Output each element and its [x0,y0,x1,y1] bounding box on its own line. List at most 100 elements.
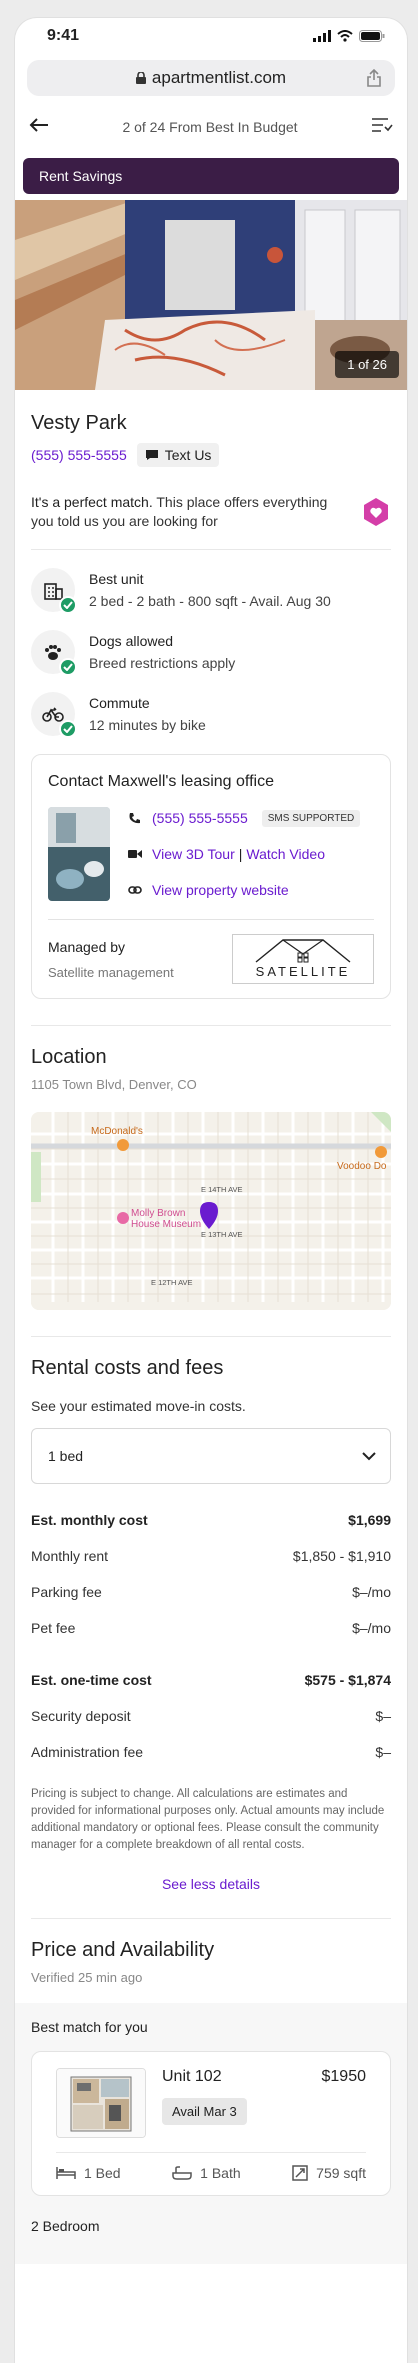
map-label-voodoo: Voodoo Do [337,1161,387,1172]
rental-intro: See your estimated move-in costs. [31,1398,246,1414]
divider [31,1918,391,1919]
perfect-match-text: It's a perfect match. This place offers … [31,493,331,531]
rent-savings-banner[interactable]: Rent Savings [23,158,399,194]
cost-row: Security deposit $– [31,1698,391,1734]
text-us-button[interactable]: Text Us [136,443,220,467]
perfect-match-box: It's a perfect match. This place offers … [31,493,391,550]
unit-card[interactable]: Unit 102 Avail Mar 3 $1950 1 Bed 1 Bath [31,2051,391,2196]
status-icons [313,30,385,42]
two-bedroom-heading: 2 Bedroom [31,2218,100,2234]
satellite-logo: SATELLITE [232,934,374,984]
floorplan-image[interactable] [56,2068,146,2138]
unit-sqft-label: 759 sqft [316,2165,366,2181]
divider [31,1336,391,1337]
phone-link[interactable]: (555) 555-5555 [31,447,127,463]
paw-icon [45,645,61,660]
check-icon [59,658,77,676]
map-label-museum-1: Molly Brown [131,1208,185,1219]
cost-row: Est. monthly cost $1,699 [31,1502,391,1538]
feature-title: Dogs allowed [89,633,174,649]
cost-value: $– [375,1708,391,1724]
lock-icon [135,72,146,84]
feature-best-unit: Best unit 2 bed - 2 bath - 800 sqft - Av… [31,568,391,614]
text-us-label: Text Us [164,447,212,463]
feature-subtitle: 12 minutes by bike [89,717,206,733]
map-label-ave14: E 14TH AVE [201,1185,243,1194]
onetime-costs: Est. one-time cost $575 - $1,874 Security… [31,1662,391,1770]
see-less-details-link[interactable]: See less details [31,1876,391,1892]
feature-title: Best unit [89,571,144,587]
view-3d-tour-link[interactable]: View 3D Tour [152,846,235,862]
cost-value: $–/mo [352,1620,391,1636]
phone-icon [128,812,152,825]
url-text: apartmentlist.com [151,68,287,87]
manager-name: Satellite management [48,964,174,980]
office-title: Contact Maxwell's leasing office [48,773,274,790]
signal-icon [313,30,331,42]
map-canvas: McDonald's Voodoo Do Molly Brown House M… [31,1112,391,1310]
pricing-note: Pricing is subject to change. All calcul… [31,1788,385,1851]
unit-price: $1950 [321,2068,367,2085]
status-time: 9:41 [47,27,80,44]
location-map[interactable]: McDonald's Voodoo Do Molly Brown House M… [31,1112,391,1310]
feature-commute: Commute 12 minutes by bike [31,692,391,738]
unit-top: Unit 102 Avail Mar 3 $1950 [56,2068,366,2138]
office-website-row: View property website [128,879,360,901]
leasing-office-card: Contact Maxwell's leasing office (555) 5… [31,754,391,999]
cost-label: Parking fee [31,1584,102,1600]
phone-frame: 9:41 apartmentlist.com 2 of 24 From Best… [15,18,407,2363]
bike-icon [42,707,64,722]
main-content: Vesty Park (555) 555-5555 Text Us It's a… [15,412,407,2264]
perfect-match-bold: It's a perfect match. [31,494,153,510]
cost-value: $–/mo [352,1584,391,1600]
cost-label: Security deposit [31,1708,131,1724]
best-match-label: Best match for you [31,2019,148,2035]
status-bar: 9:41 [15,18,407,54]
bed-select-value: 1 bed [48,1448,84,1464]
cost-value: $1,850 - $1,910 [292,1548,391,1564]
photo-counter: 1 of 26 [335,351,399,378]
office-tour-row: View 3D Tour | Watch Video [128,843,360,865]
divider [31,1025,391,1026]
feature-icon-wrap [31,692,77,738]
address-bar[interactable]: apartmentlist.com [27,60,395,96]
cost-value: $– [375,1744,391,1760]
filter-list-icon[interactable] [371,117,393,138]
managed-by-row: Managed by Satellite management SATELLIT… [48,919,374,984]
banner-label: Rent Savings [39,168,123,184]
cost-label: Pet fee [31,1620,76,1636]
chevron-down-icon [362,1451,376,1460]
share-icon[interactable] [367,68,381,92]
logo-text: SATELLITE [255,964,351,979]
rental-title: Rental costs and fees [31,1357,224,1379]
map-label-ave12: E 12TH AVE [151,1278,193,1287]
availability-badge: Avail Mar 3 [162,2098,247,2125]
cost-label: Monthly rent [31,1548,109,1564]
unit-sqft: 759 sqft [292,2165,366,2181]
office-links: (555) 555-5555 SMS SUPPORTED View 3D Tou… [128,807,361,915]
unit-baths: 1 Bath [172,2165,241,2181]
property-photo[interactable]: 1 of 26 [15,200,407,390]
map-label-ave13: E 13TH AVE [201,1230,243,1239]
feature-title: Commute [89,695,150,711]
battery-icon [359,30,385,42]
office-phone-link[interactable]: (555) 555-5555 [152,810,248,826]
availability-title: Price and Availability [31,1939,215,1961]
back-arrow-icon[interactable] [29,117,49,138]
map-label-museum-2: House Museum [131,1219,201,1230]
cost-row: Parking fee $–/mo [31,1574,391,1610]
unit-baths-label: 1 Bath [200,2165,241,2181]
feature-subtitle: Breed restrictions apply [89,655,236,671]
nav-title: 2 of 24 From Best In Budget [122,119,298,135]
map-label-mcdonalds: McDonald's [91,1126,143,1137]
building-icon [44,583,63,600]
office-thumbnail[interactable] [48,807,110,901]
property-website-link[interactable]: View property website [152,882,289,898]
check-icon [59,720,77,738]
cost-row: Monthly rent $1,850 - $1,910 [31,1538,391,1574]
watch-video-link[interactable]: Watch Video [246,846,325,862]
bed-select[interactable]: 1 bed [31,1428,391,1484]
feature-icon-wrap [31,568,77,614]
cost-label: Est. monthly cost [31,1512,148,1528]
unit-beds-label: 1 Bed [84,2165,121,2181]
